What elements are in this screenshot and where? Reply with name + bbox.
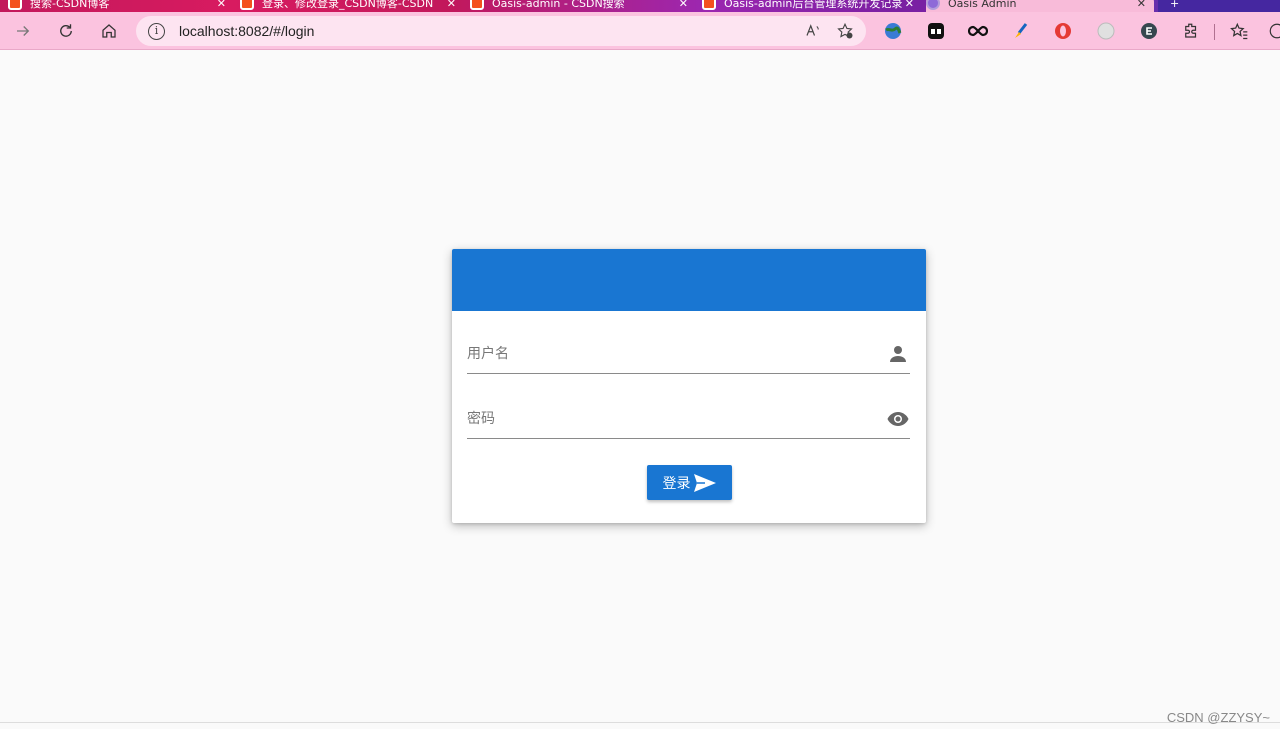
tab-4[interactable]: Oasis-admin后台管理系统开发记录 ✕ [702, 0, 922, 12]
extension-dark-icon[interactable] [921, 16, 951, 46]
close-icon[interactable]: ✕ [1137, 0, 1146, 10]
profile-icon[interactable] [1262, 16, 1280, 46]
tab-title: 登录、修改登录_CSDN博客-CSDN [262, 0, 434, 10]
csdn-favicon-icon [240, 0, 254, 10]
address-bar[interactable]: i localhost:8082/#/login [136, 16, 866, 46]
new-tab-button[interactable]: + [1158, 0, 1280, 12]
eye-icon[interactable] [886, 407, 910, 431]
login-card-header [452, 249, 926, 311]
extension-opera-icon[interactable] [1048, 16, 1078, 46]
login-button[interactable]: 登录 [647, 465, 732, 500]
extension-e-icon[interactable] [1134, 16, 1164, 46]
home-button[interactable] [92, 14, 126, 48]
reload-button[interactable] [49, 14, 83, 48]
extension-shield-icon[interactable] [1091, 16, 1121, 46]
close-icon[interactable]: ✕ [679, 0, 688, 10]
tab-1[interactable]: 搜索-CSDN博客 ✕ [8, 0, 234, 12]
tab-3[interactable]: Oasis-admin - CSDN搜索 ✕ [470, 0, 696, 12]
login-card: 登录 [452, 249, 926, 523]
site-info-icon[interactable]: i [148, 22, 165, 40]
tab-title: Oasis-admin - CSDN搜索 [492, 0, 625, 10]
toolbar-separator [1214, 24, 1215, 40]
home-icon [102, 24, 116, 38]
extension-globe-icon[interactable] [878, 16, 908, 46]
csdn-favicon-icon [8, 0, 22, 10]
username-field [467, 338, 910, 374]
favorites-icon[interactable] [1224, 16, 1254, 46]
watermark: CSDN @ZZYSY~ [1166, 710, 1270, 725]
username-input[interactable] [467, 340, 867, 368]
person-icon [890, 346, 906, 362]
page-bottom-border [0, 722, 1280, 723]
csdn-favicon-icon [702, 0, 716, 10]
tab-title: 搜索-CSDN博客 [30, 0, 110, 10]
login-button-label: 登录 [662, 475, 691, 492]
tab-active[interactable]: Oasis Admin ✕ [926, 0, 1154, 12]
address-url[interactable]: localhost:8082/#/login [179, 23, 314, 39]
password-field [467, 403, 910, 439]
arrow-right-icon [17, 26, 30, 36]
browser-toolbar: i localhost:8082/#/login [0, 12, 1280, 50]
password-input[interactable] [467, 405, 867, 433]
extension-infinity-icon[interactable] [963, 16, 993, 46]
read-aloud-icon[interactable] [800, 19, 826, 43]
send-icon [693, 473, 716, 492]
close-icon[interactable]: ✕ [217, 0, 226, 10]
tab-title: Oasis-admin后台管理系统开发记录 [724, 0, 903, 10]
csdn-favicon-icon [470, 0, 484, 10]
close-icon[interactable]: ✕ [905, 0, 914, 10]
plus-icon: + [1170, 0, 1180, 10]
reload-icon [60, 24, 72, 37]
close-icon[interactable]: ✕ [447, 0, 456, 10]
app-favicon-icon [926, 0, 940, 10]
tab-title: Oasis Admin [948, 0, 1017, 10]
extension-brush-icon[interactable] [1006, 16, 1036, 46]
tab-strip: 搜索-CSDN博客 ✕ 登录、修改登录_CSDN博客-CSDN ✕ Oasis-… [0, 0, 1280, 12]
forward-button[interactable] [6, 14, 40, 48]
tab-2[interactable]: 登录、修改登录_CSDN博客-CSDN ✕ [240, 0, 464, 12]
add-favorite-icon[interactable] [832, 19, 858, 43]
extensions-puzzle-icon[interactable] [1176, 16, 1206, 46]
